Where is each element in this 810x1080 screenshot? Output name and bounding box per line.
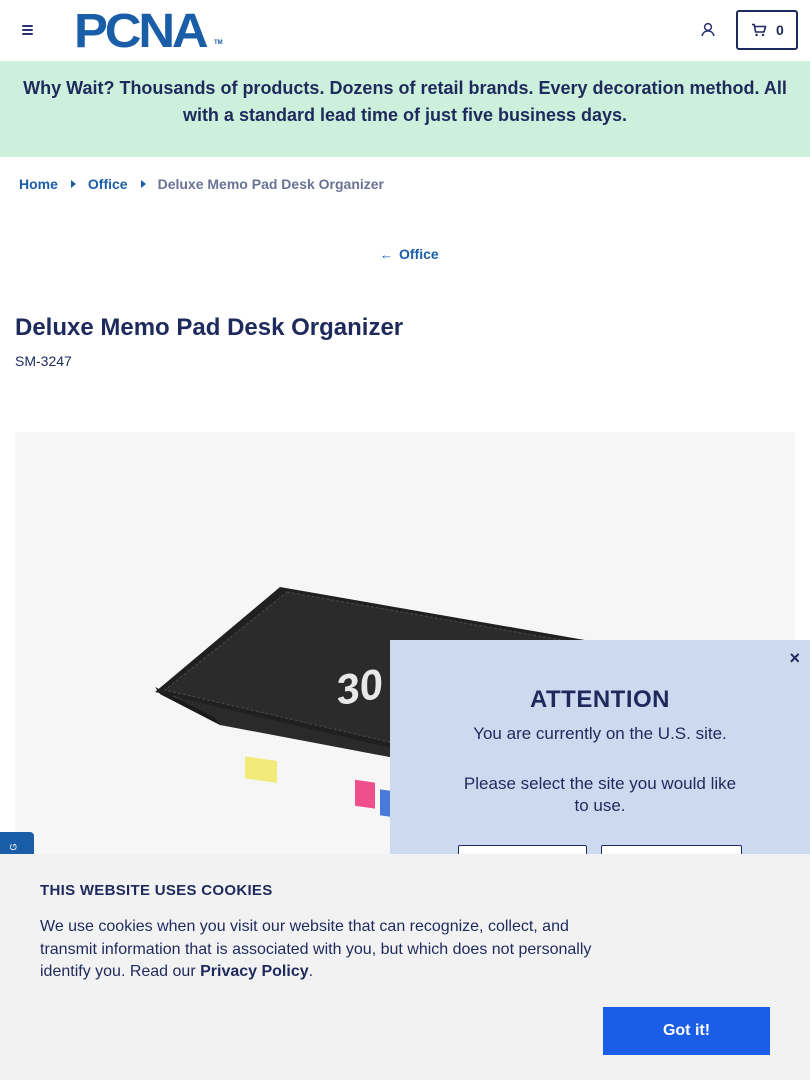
modal-instruction-text: Please select the site you would like to… [463,774,737,815]
product-sku: SM-3247 [15,353,72,369]
back-arrow-icon: ← [380,246,393,262]
breadcrumb-separator-icon [70,180,76,188]
cart-button[interactable]: 0 [736,10,798,50]
site-selector-modal: × ATTENTION You are currently on the U.S… [390,640,810,885]
menu-icon[interactable] [18,20,38,40]
close-icon[interactable]: × [789,648,800,669]
site-header: PCNA TM 0 [0,0,810,61]
promo-banner: Why Wait? Thousands of products. Dozens … [0,61,810,157]
modal-current-site-text: You are currently on the U.S. site. [473,724,727,743]
promo-text: Why Wait? Thousands of products. Dozens … [23,78,787,125]
feedback-tab-label: G [8,843,19,851]
logo-trademark: TM [214,40,223,46]
imprint-text: 30 [332,660,386,714]
cart-icon [752,23,767,37]
modal-title: ATTENTION [529,686,671,713]
cookie-title: THIS WEBSITE USES COOKIES [40,882,273,899]
privacy-policy-link[interactable]: Privacy Policy [200,963,309,980]
pcna-logo[interactable]: PCNA TM [74,5,224,58]
cookie-text: We use cookies when you visit our websit… [40,916,610,984]
cookie-body: We use cookies when you visit our websit… [40,918,592,980]
breadcrumb-current: Deluxe Memo Pad Desk Organizer [157,176,385,192]
accept-cookies-button[interactable]: Got it! [603,1007,770,1055]
cookie-banner: THIS WEBSITE USES COOKIES We use cookies… [0,854,810,1080]
cookie-period: . [308,963,314,980]
account-icon[interactable] [698,20,718,40]
back-link-label: Office [399,246,439,262]
page-title: Deluxe Memo Pad Desk Organizer [15,314,404,341]
cart-count: 0 [776,22,784,38]
breadcrumb-separator-icon [140,180,146,188]
logo-text: PCNA [74,5,209,58]
breadcrumb: Home Office Deluxe Memo Pad Desk Organiz… [19,174,384,194]
breadcrumb-office[interactable]: Office [88,176,128,192]
breadcrumb-home[interactable]: Home [19,176,58,192]
back-to-category-link[interactable]: ← Office [380,246,439,262]
